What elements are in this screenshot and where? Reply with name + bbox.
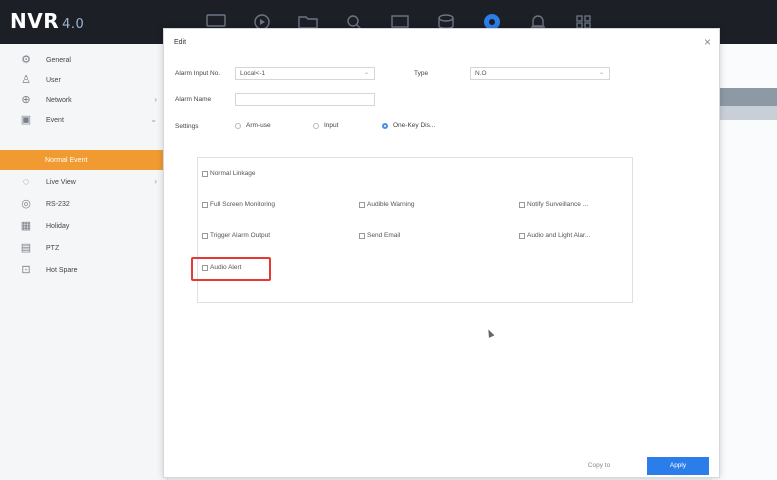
hot-spare-icon: ⊡ (21, 264, 31, 276)
type-select[interactable]: N.O ⌄ (470, 67, 610, 80)
checkbox-label: Full Screen Monitoring (210, 201, 276, 208)
settings-radio-input[interactable]: Input (313, 122, 338, 129)
checkbox-icon (359, 232, 365, 239)
checkbox-icon (359, 201, 365, 208)
sidebar-item-label: Live View (46, 178, 76, 186)
sidebar-item-label: Normal Event (45, 156, 88, 164)
alarm-name-label: Alarm Name (175, 96, 212, 103)
event-icon: ▣ (20, 114, 32, 126)
sidebar-item-label: User (46, 76, 61, 84)
checkbox-label: Notify Surveillance ... (527, 201, 589, 208)
sidebar-item-ptz[interactable]: ▤ PTZ (0, 238, 167, 258)
serial-icon: ◎ (21, 198, 31, 210)
apply-button[interactable]: Apply (647, 457, 709, 475)
sidebar-item-label: Holiday (46, 222, 70, 230)
checkbox-label: Send Email (367, 232, 401, 239)
sidebar-item-label: General (46, 56, 71, 64)
checkbox-normal-linkage[interactable]: Normal Linkage (202, 170, 256, 177)
sidebar-item-holiday[interactable]: ▦ Holiday (0, 216, 167, 236)
sidebar-item-live-view[interactable]: ◌ Live View › (0, 172, 167, 192)
live-view-icon: ◌ (22, 176, 30, 188)
radio-icon (313, 122, 319, 129)
sidebar-item-label: Event (46, 116, 64, 124)
chevron-right-icon: › (154, 177, 157, 186)
background-table-header (712, 88, 777, 106)
audio-alert-highlight-box (191, 257, 271, 281)
checkbox-label: Audio and Light Alar... (527, 232, 591, 239)
checkbox-icon (202, 232, 208, 239)
sidebar-item-network[interactable]: ⊕ Network › (0, 90, 167, 110)
checkbox-trigger-alarm-output[interactable]: Trigger Alarm Output (202, 232, 270, 239)
checkbox-icon (202, 201, 208, 208)
type-value: N.O (475, 70, 487, 77)
checkbox-icon (519, 201, 525, 208)
checkbox-icon (202, 170, 208, 177)
sidebar: ⚙ General ♙ User ⊕ Network › ▣ Event ⌄ N… (0, 44, 168, 480)
settings-radio-one-key[interactable]: One-Key Dis... (382, 122, 435, 129)
alarm-input-value: Local<-1 (240, 70, 266, 77)
settings-label: Settings (175, 123, 199, 130)
settings-radio-arm-use[interactable]: Arm-use (235, 122, 271, 129)
chevron-right-icon: › (154, 95, 157, 104)
mouse-cursor-icon (485, 328, 495, 338)
radio-label: One-Key Dis... (393, 122, 436, 129)
sidebar-item-normal-event[interactable]: Normal Event (0, 150, 167, 170)
ptz-icon: ▤ (20, 242, 32, 254)
edit-dialog: Edit × Alarm Input No. Local<-1 ⌄ Type N… (163, 28, 720, 478)
sidebar-item-event[interactable]: ▣ Event ⌄ (0, 110, 167, 130)
background-table-row (712, 106, 777, 120)
alarm-input-label: Alarm Input No. (175, 70, 221, 77)
sidebar-item-label: RS-232 (46, 200, 70, 208)
dialog-title: Edit (174, 39, 187, 46)
alarm-name-input[interactable] (235, 93, 375, 106)
radio-selected-icon (382, 122, 388, 129)
copy-to-button[interactable]: Copy to (579, 457, 619, 475)
logo-text: NVR (10, 9, 60, 33)
user-icon: ♙ (21, 74, 31, 86)
sidebar-item-rs-232[interactable]: ◎ RS-232 (0, 194, 167, 214)
checkbox-full-screen-monitoring[interactable]: Full Screen Monitoring (202, 201, 275, 208)
checkbox-send-email[interactable]: Send Email (359, 232, 400, 239)
linkage-panel: Normal Linkage Full Screen Monitoring Au… (197, 157, 633, 303)
logo-version: 4.0 (62, 17, 85, 32)
sidebar-item-label: Hot Spare (46, 266, 78, 274)
checkbox-notify-surveillance[interactable]: Notify Surveillance ... (519, 201, 588, 208)
checkbox-icon (519, 232, 525, 239)
gear-icon: ⚙ (21, 54, 31, 66)
chevron-down-icon: ⌄ (598, 70, 604, 76)
sidebar-item-label: Network (46, 96, 72, 104)
network-icon: ⊕ (21, 94, 31, 106)
radio-label: Input (324, 122, 339, 129)
checkbox-label: Trigger Alarm Output (210, 232, 271, 239)
calendar-icon: ▦ (20, 220, 32, 232)
chevron-down-icon: ⌄ (150, 115, 157, 124)
sidebar-item-label: PTZ (46, 244, 60, 252)
sidebar-item-hot-spare[interactable]: ⊡ Hot Spare (0, 260, 167, 280)
chevron-down-icon: ⌄ (363, 70, 369, 76)
checkbox-audio-light-alarm[interactable]: Audio and Light Alar... (519, 232, 590, 239)
sidebar-item-user[interactable]: ♙ User (0, 70, 167, 90)
nvr-logo: NVR 4.0 (10, 9, 84, 33)
alarm-input-select[interactable]: Local<-1 ⌄ (235, 67, 375, 80)
radio-label: Arm-use (246, 122, 271, 129)
sidebar-item-general[interactable]: ⚙ General (0, 50, 167, 70)
checkbox-label: Audible Warning (367, 201, 415, 208)
checkbox-audible-warning[interactable]: Audible Warning (359, 201, 414, 208)
close-icon[interactable]: × (704, 35, 711, 49)
radio-icon (235, 122, 241, 129)
checkbox-label: Normal Linkage (210, 170, 256, 177)
type-label: Type (414, 70, 429, 77)
